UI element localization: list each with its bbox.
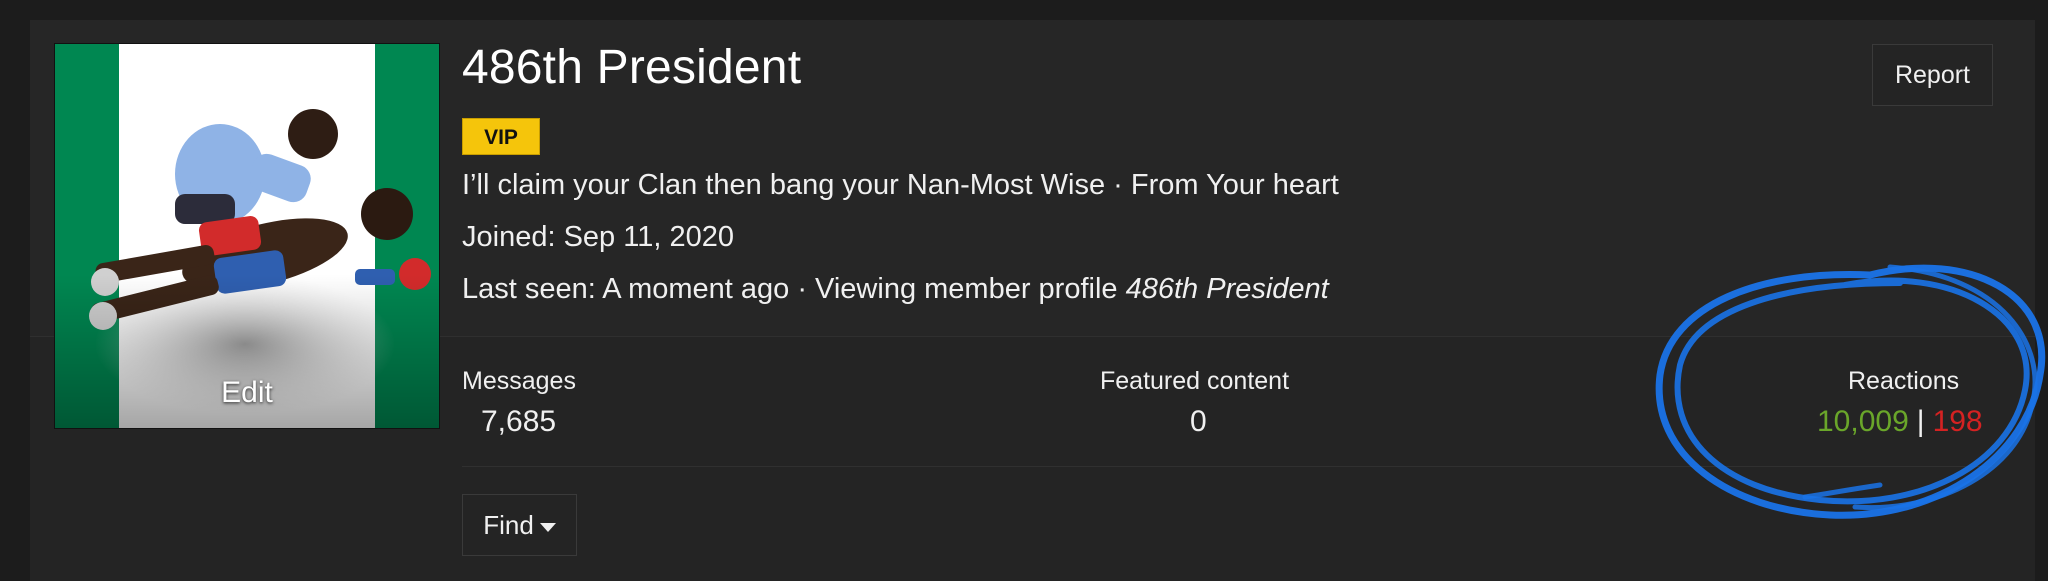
find-dropdown-button[interactable]: Find	[462, 494, 577, 556]
last-seen-text: Last seen: A moment ago · Viewing member…	[462, 273, 1126, 305]
reactions-separator: |	[1916, 405, 1925, 438]
find-label: Find	[483, 510, 534, 540]
messages-label: Messages	[462, 367, 576, 395]
reactions-value: 10,009 | 198	[1817, 405, 1983, 439]
avatar-image	[55, 44, 439, 428]
member-last-seen: Last seen: A moment ago · Viewing member…	[462, 273, 1329, 306]
vip-badge: VIP	[462, 118, 540, 155]
member-tagline: I’ll claim your Clan then bang your Nan-…	[462, 169, 1339, 201]
member-name: 486th President	[462, 41, 802, 94]
reactions-label: Reactions	[1848, 367, 1960, 395]
stats-divider	[462, 466, 1993, 467]
messages-count-link[interactable]: 7,685	[481, 405, 556, 439]
reactions-positive-count[interactable]: 10,009	[1817, 405, 1909, 438]
caret-down-icon	[539, 522, 556, 532]
avatar[interactable]: Edit	[54, 43, 440, 429]
avatar-edit-link[interactable]: Edit	[55, 376, 439, 410]
report-button[interactable]: Report	[1872, 44, 1993, 106]
member-joined-date: Joined: Sep 11, 2020	[462, 221, 734, 253]
last-seen-member-link[interactable]: 486th President	[1126, 273, 1329, 305]
reactions-negative-count[interactable]: 198	[1933, 405, 1983, 438]
featured-content-label: Featured content	[1100, 367, 1290, 395]
featured-content-count[interactable]: 0	[1190, 405, 1207, 439]
profile-page: Edit 486th President VIP I’ll claim your…	[0, 0, 2048, 581]
